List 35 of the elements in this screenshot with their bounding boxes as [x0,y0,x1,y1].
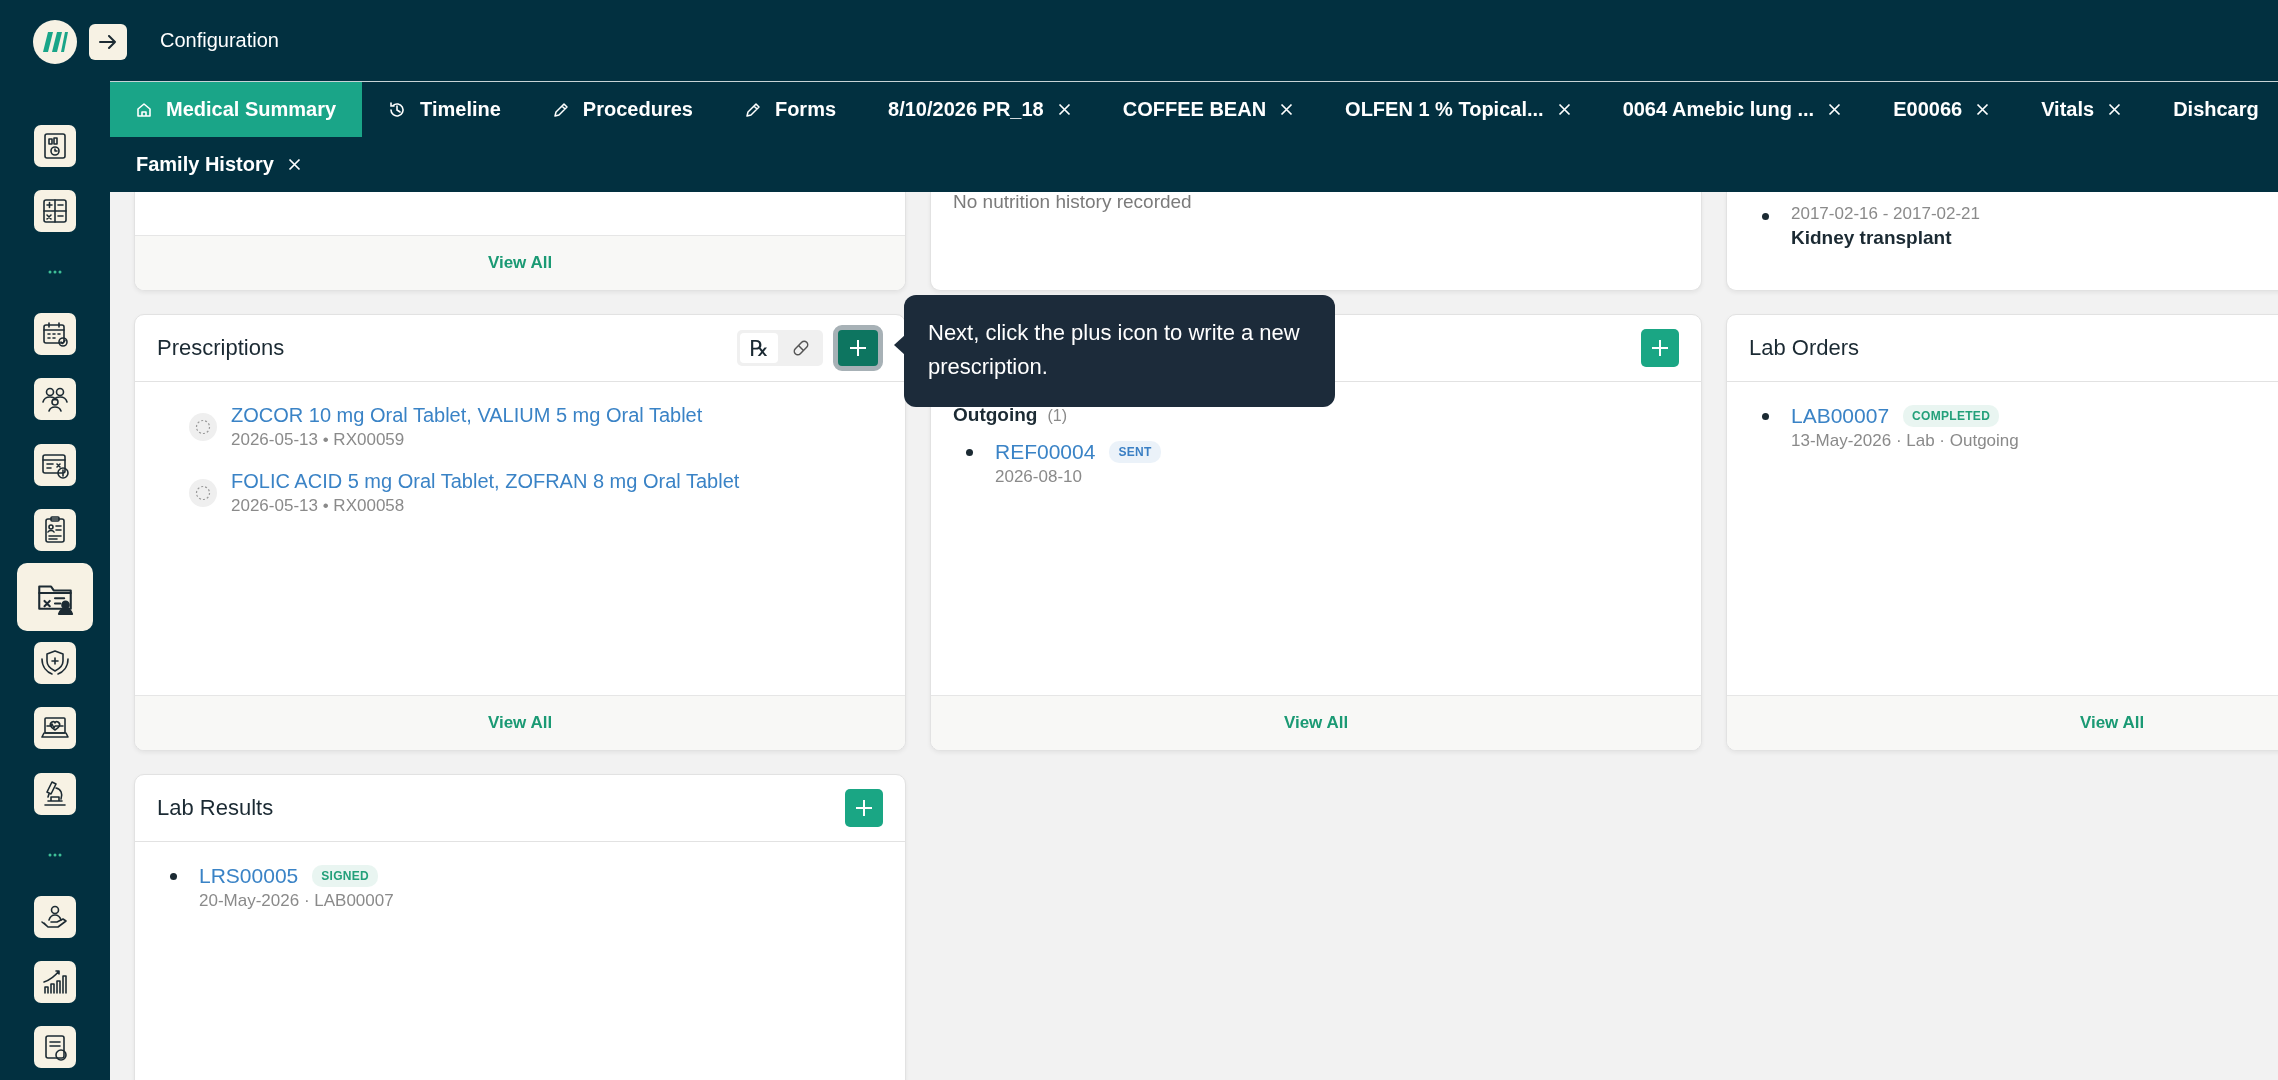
card-title: Lab Results [157,795,275,821]
prescription-link[interactable]: FOLIC ACID 5 mg Oral Tablet, ZOFRAN 8 mg Oral Tablet [231,470,740,493]
tab[interactable]: Vitals [2015,82,2148,137]
prescription-link[interactable]: ZOCOR 10 mg Oral Tablet, VALIUM 5 mg Oral Tablet [231,404,703,427]
card-title: Prescriptions [157,335,286,361]
status-badge: SENT [1109,441,1161,463]
tab[interactable]: Family History [110,137,327,192]
prescription-meta: 2026-05-13 • RX00058 [231,496,406,516]
page-title: Configuration [160,29,279,52]
tab[interactable]: E00066 [1867,82,2016,137]
card-title: Lab Orders [1749,335,1861,361]
prescription-meta: 2026-05-13 • RX00059 [231,430,406,450]
record-meta: 2026-08-10 [995,467,1083,487]
record-meta: 20-May-2026 · LAB00007 [199,891,394,911]
tab[interactable]: Forms [718,82,863,137]
tab[interactable]: Procedures [526,82,719,137]
group-count: (1) [1047,407,1067,425]
date-range: 2017-02-16 - 2017-02-21 [1791,204,1981,224]
record-link[interactable]: LRS00005 [199,864,299,888]
empty-message: No nutrition history recorded [952,192,1193,212]
tab[interactable]: COFFEE BEAN [1096,82,1320,137]
tab[interactable]: 8/10/2026 PR_18 [862,82,1097,137]
tab[interactable]: Timeline [362,82,527,137]
tab[interactable]: OLFEN 1 % Topical... [1319,82,1597,137]
procedure-name: Kidney transplant [1791,227,1953,249]
status-badge: COMPLETED [1903,405,2000,427]
tab[interactable]: 0064 Amebic lung ... [1596,82,1868,137]
record-meta: 13-May-2026 · Lab · Outgoing [1791,431,2019,451]
rx-tab[interactable]: ℞ [740,333,778,363]
record-link[interactable]: LAB00007 [1791,404,1890,428]
tooltip: Next, click the plus icon to write a new prescription. [904,295,1335,407]
group-label: Outgoing [953,404,1038,426]
status-badge: SIGNED [312,865,379,887]
tab[interactable]: Dishcarg [2147,82,2278,137]
record-link[interactable]: REF00004 [995,440,1096,464]
